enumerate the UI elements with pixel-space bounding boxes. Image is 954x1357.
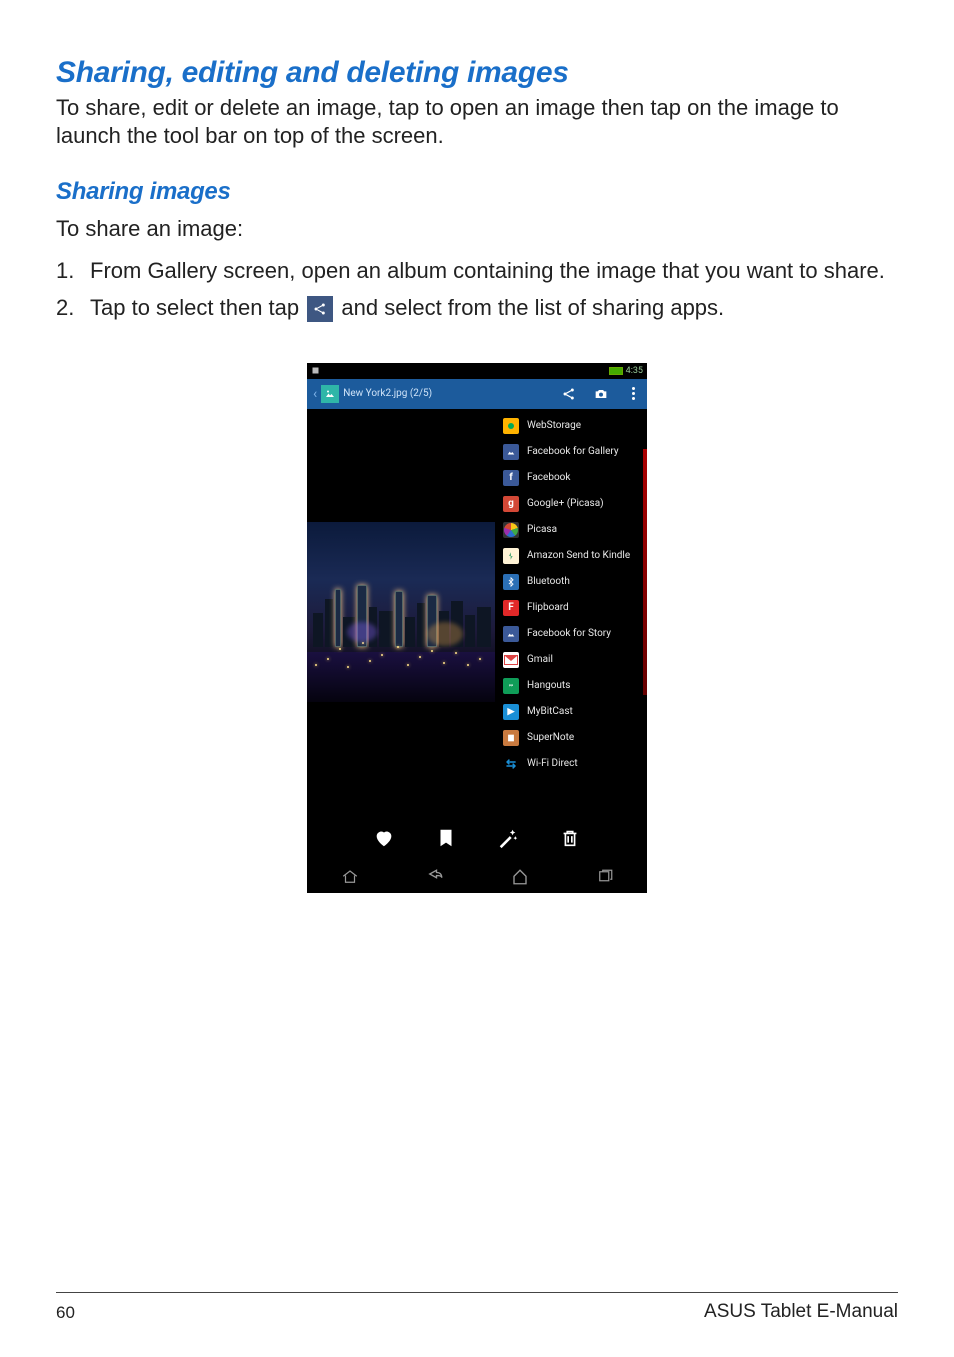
heading-sharing-images: Sharing images [56,178,898,206]
nav-back-icon[interactable] [426,868,444,886]
share-item-label: Wi-Fi Direct [527,758,578,769]
share-item[interactable]: Facebook for Gallery [495,439,647,465]
page-number: 60 [56,1303,75,1323]
image-toolbar [307,815,647,861]
share-item[interactable]: Gmail [495,647,647,673]
lead-text: To share an image: [56,216,898,242]
share-item-icon [503,522,519,538]
share-item-label: Bluetooth [527,576,570,587]
share-item-icon: F [503,600,519,616]
step-2-text-b: and select from the list of sharing apps… [341,295,724,320]
favorite-icon[interactable] [373,827,395,849]
step-1-text: From Gallery screen, open an album conta… [90,256,885,285]
share-item[interactable]: Hangouts [495,673,647,699]
step-2-text-a: Tap to select then tap [90,295,299,320]
magic-wand-icon[interactable] [497,827,519,849]
step-1: From Gallery screen, open an album conta… [56,256,898,285]
app-bar[interactable]: ‹ New York2.jpg (2/5) [307,379,647,409]
scroll-indicator [643,449,647,695]
gallery-badge-icon [321,385,339,403]
step-2: Tap to select then tap and select from t… [56,293,898,322]
share-item-label: SuperNote [527,732,574,743]
share-icon-inline [307,296,333,322]
share-item[interactable]: WebStorage [495,413,647,439]
share-item-icon [503,548,519,564]
status-time: 4:35 [626,366,643,376]
share-item-label: Gmail [527,654,553,665]
share-item[interactable]: ▶ MyBitCast [495,699,647,725]
camera-icon[interactable] [593,386,609,402]
share-item[interactable]: Amazon Send to Kindle [495,543,647,569]
share-item-icon: g [503,496,519,512]
image-preview[interactable] [307,409,495,815]
share-item-label: Amazon Send to Kindle [527,550,630,561]
share-item-icon [503,652,519,668]
share-item-icon [503,444,519,460]
battery-icon [609,367,623,375]
share-item-label: Facebook for Gallery [527,446,619,457]
appbar-title: New York2.jpg (2/5) [343,388,432,399]
intro-paragraph: To share, edit or delete an image, tap t… [56,94,898,150]
status-bar: 4:35 [307,363,647,379]
share-item-icon: ⇆ [503,756,519,772]
share-item[interactable]: f Facebook [495,465,647,491]
share-item[interactable]: ⇆ Wi-Fi Direct [495,751,647,777]
share-item-icon [503,626,519,642]
system-nav-bar [307,861,647,893]
share-item[interactable]: F Flipboard [495,595,647,621]
share-item-icon: ▶ [503,704,519,720]
share-item-icon [503,574,519,590]
share-item-icon [503,678,519,694]
device-screenshot: 4:35 ‹ New York2.jpg (2/5) [307,363,647,893]
steps-list: From Gallery screen, open an album conta… [56,256,898,322]
overflow-menu-icon[interactable] [625,386,641,402]
share-item[interactable]: g Google+ (Picasa) [495,491,647,517]
share-item-label: Facebook [527,472,570,483]
share-item-label: Google+ (Picasa) [527,498,604,509]
share-item-icon: f [503,470,519,486]
share-item[interactable]: Picasa [495,517,647,543]
bookmark-icon[interactable] [435,827,457,849]
share-item-label: WebStorage [527,420,581,431]
nav-home-icon[interactable] [511,868,529,886]
nav-apps-icon[interactable] [341,868,359,886]
share-item[interactable]: SuperNote [495,725,647,751]
share-item-icon [503,730,519,746]
share-item[interactable]: Facebook for Story [495,621,647,647]
share-item[interactable]: Bluetooth [495,569,647,595]
share-item-icon [503,418,519,434]
share-item-label: MyBitCast [527,706,573,717]
heading-main: Sharing, editing and deleting images [56,56,898,90]
footer-rule [56,1292,898,1293]
back-icon[interactable]: ‹ [313,386,317,402]
share-icon[interactable] [561,386,577,402]
footer-title: ASUS Tablet E-Manual [704,1301,898,1323]
share-item-label: Picasa [527,524,557,535]
trash-icon[interactable] [559,827,581,849]
share-item-label: Hangouts [527,680,570,691]
share-item-label: Facebook for Story [527,628,611,639]
nav-recents-icon[interactable] [596,868,614,886]
share-item-label: Flipboard [527,602,569,613]
share-apps-list[interactable]: WebStorage Facebook for Gallery f Facebook g… [495,409,647,809]
